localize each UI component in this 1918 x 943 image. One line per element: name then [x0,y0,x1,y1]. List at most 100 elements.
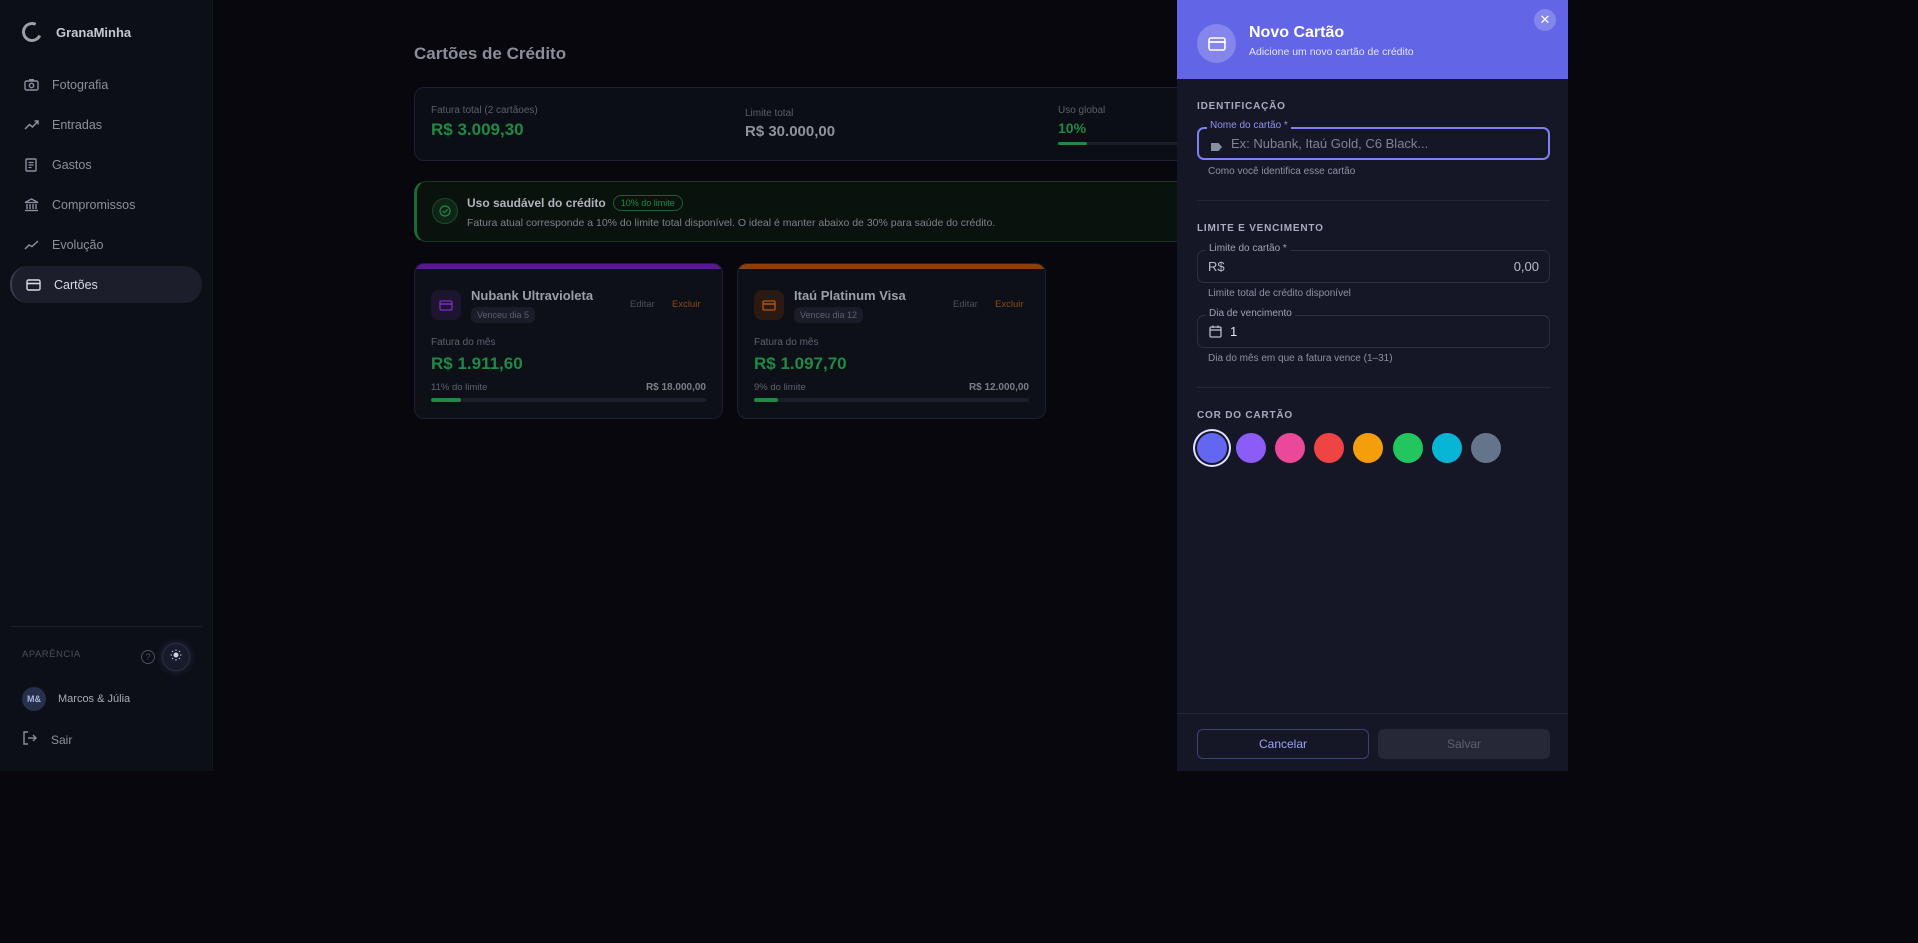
cancel-button[interactable]: Cancelar [1197,729,1369,759]
currency-prefix: R$ [1208,259,1225,274]
card-usage-bar [754,398,1029,402]
due-day-field[interactable]: Dia de vencimento 1 [1197,308,1550,348]
bank-icon [23,197,39,213]
card-limit-field[interactable]: Limite do cartão * R$ 0,00 [1197,243,1550,283]
sidebar-item-gastos[interactable]: Gastos [10,146,202,183]
summary-total-label: Fatura total (2 cartãoes) [431,105,538,116]
summary-total-value: R$ 3.009,30 [431,120,524,139]
card-limit-help: Limite total de crédito disponível [1208,288,1351,299]
brand-name: GranaMinha [56,24,132,40]
alert-text: Fatura atual corresponde a 10% do limite… [467,217,996,229]
divider [1197,200,1550,201]
alert-title: Uso saudável do crédito 10% do limite [467,195,683,211]
credit-card-tile[interactable]: Itaú Platinum Visa Venceu dia 12 Editar … [737,263,1046,419]
sidebar-item-label: Cartões [54,277,98,292]
color-swatch-red[interactable] [1314,433,1344,463]
card-name: Itaú Platinum Visa [794,288,906,303]
card-usage-fill [431,398,461,402]
sidebar-item-label: Evolução [52,237,104,252]
card-due-badge: Venceu dia 5 [471,307,536,323]
color-swatch-cyan[interactable] [1432,433,1462,463]
check-circle-icon [432,198,458,224]
help-icon[interactable]: ? [141,650,155,664]
appearance-label: APARÊNCIA [22,649,81,660]
trending-up-icon [23,117,39,133]
card-color-strip [738,264,1045,269]
sidebar-nav: Fotografia Entradas Gastos Compromissos [10,66,202,306]
credit-card-icon [754,290,784,320]
drawer-subtitle: Adicione um novo cartão de crédito [1249,46,1414,58]
logout-icon [23,731,37,748]
sidebar-item-evolucao[interactable]: Evolução [10,226,202,263]
summary-limit: Limite total R$ 30.000,00 [745,108,835,140]
color-swatch-slate[interactable] [1471,433,1501,463]
color-swatch-amber[interactable] [1353,433,1383,463]
theme-toggle-button[interactable] [162,643,190,671]
edit-card-button[interactable]: Editar [953,299,978,310]
logout-button[interactable]: Sair [23,731,72,748]
sidebar-item-label: Gastos [52,157,92,172]
user-profile[interactable]: M& Marcos & Júlia [22,687,130,711]
credit-card-icon [25,277,41,293]
summary-panel: Fatura total (2 cartãoes) R$ 3.009,30 Li… [414,87,1214,161]
color-swatch-indigo[interactable] [1197,433,1227,463]
card-usage-fill [754,398,778,402]
color-swatch-violet[interactable] [1236,433,1266,463]
sidebar: GranaMinha Fotografia Entradas Gastos Co… [0,0,213,771]
alert-title-text: Uso saudável do crédito [467,196,606,210]
credit-card-icon [431,290,461,320]
color-swatch-green[interactable] [1393,433,1423,463]
card-name-input[interactable]: Ex: Nubank, Itaú Gold, C6 Black... [1231,129,1428,158]
due-day-help: Dia do mês em que a fatura vence (1–31) [1208,353,1393,364]
logout-label: Sair [51,732,73,747]
brand-logo-icon [19,19,45,45]
card-bill-label: Fatura do mês [754,337,819,348]
credit-card-icon [1197,24,1236,63]
drawer-footer: Cancelar Salvar [1177,713,1568,771]
card-limit: R$ 12.000,00 [968,382,1029,393]
sidebar-item-compromissos[interactable]: Compromissos [10,186,202,223]
card-usage-bar [431,398,706,402]
credit-health-alert: Uso saudável do crédito 10% do limite Fa… [414,181,1214,242]
save-button[interactable]: Salvar [1378,729,1550,759]
sidebar-item-entradas[interactable]: Entradas [10,106,202,143]
sidebar-item-label: Fotografia [52,77,109,92]
tag-icon [1210,139,1223,157]
card-name-help: Como você identifica esse cartão [1208,166,1356,177]
delete-card-button[interactable]: Excluir [672,299,701,310]
close-icon[interactable]: ✕ [1534,9,1556,31]
edit-card-button[interactable]: Editar [630,299,655,310]
credit-card-tile[interactable]: Nubank Ultravioleta Venceu dia 5 Editar … [414,263,723,419]
sidebar-item-label: Compromissos [52,197,136,212]
brand[interactable]: GranaMinha [19,19,132,45]
camera-icon [23,77,39,93]
card-usage-percent: 11% do limite [431,382,488,393]
summary-limit-value: R$ 30.000,00 [745,123,836,140]
sidebar-item-cartoes[interactable]: Cartões [10,266,202,303]
calendar-icon [1209,325,1222,343]
avatar: M& [22,687,46,711]
chart-line-icon [23,237,39,253]
drawer-header: Novo Cartão Adicione um novo cartão de c… [1177,0,1568,79]
page-title: Cartões de Crédito [414,44,567,63]
app-root: GranaMinha Fotografia Entradas Gastos Co… [0,0,1568,771]
due-day-label: Dia de vencimento [1206,308,1295,319]
card-color-strip [415,264,722,269]
color-swatch-pink[interactable] [1275,433,1305,463]
card-name: Nubank Ultravioleta [471,288,594,303]
sidebar-item-fotografia[interactable]: Fotografia [10,66,202,103]
divider [1197,387,1550,388]
card-limit-input[interactable]: 0,00 [1514,251,1539,282]
due-day-input[interactable]: 1 [1230,316,1237,347]
sun-icon [170,648,182,666]
sidebar-item-label: Entradas [52,117,103,132]
card-bill-label: Fatura do mês [431,337,496,348]
drawer-title: Novo Cartão [1249,24,1345,41]
delete-card-button[interactable]: Excluir [995,299,1024,310]
card-due-badge: Venceu dia 12 [794,307,864,323]
status-badge: 10% do limite [612,195,683,211]
card-usage-percent: 9% do limite [754,382,806,393]
card-name-field[interactable]: Nome do cartão * Ex: Nubank, Itaú Gold, … [1197,120,1550,160]
summary-total: Fatura total (2 cartãoes) R$ 3.009,30 [431,105,538,140]
section-limit-title: LIMITE E VENCIMENTO [1197,223,1324,234]
